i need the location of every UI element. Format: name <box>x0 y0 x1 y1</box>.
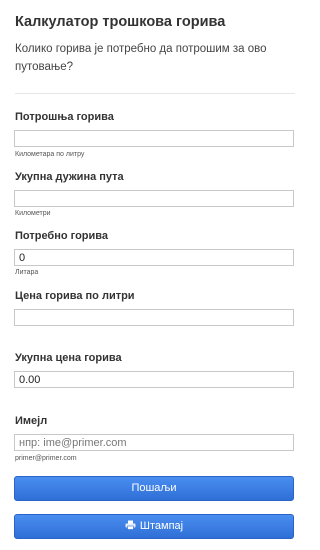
fuel-price-input[interactable] <box>14 309 294 326</box>
total-distance-input[interactable] <box>14 190 294 207</box>
fuel-needed-output <box>14 249 294 266</box>
total-distance-label: Укупна дужина пута <box>15 171 124 183</box>
total-cost-output <box>14 371 294 388</box>
send-button[interactable]: Пошаљи <box>14 476 294 501</box>
page-title: Калкулатор трошкова горива <box>15 14 226 30</box>
total-cost-label: Укупна цена горива <box>15 352 122 364</box>
printer-icon <box>125 516 136 539</box>
print-button[interactable]: Штампај <box>14 514 294 539</box>
fuel-price-label: Цена горива по литри <box>15 290 135 302</box>
total-distance-hint: Километри <box>15 210 51 217</box>
page-subtitle: Колико горива је потребно да потрошим за… <box>15 43 267 73</box>
fuel-needed-hint: Литара <box>15 269 39 276</box>
fuel-cost-calculator: Калкулатор трошкова горива Колико горива… <box>0 0 310 550</box>
fuel-consumption-hint: Километара по литру <box>15 151 85 158</box>
fuel-consumption-input[interactable] <box>14 130 294 147</box>
email-hint: primer@primer.com <box>15 455 77 462</box>
fuel-consumption-label: Потрошња горива <box>15 111 114 123</box>
divider <box>15 93 295 94</box>
print-button-label: Штампај <box>139 520 184 532</box>
email-label: Имејл <box>15 415 48 427</box>
fuel-needed-label: Потребно горива <box>15 230 109 242</box>
email-input[interactable] <box>14 434 294 451</box>
